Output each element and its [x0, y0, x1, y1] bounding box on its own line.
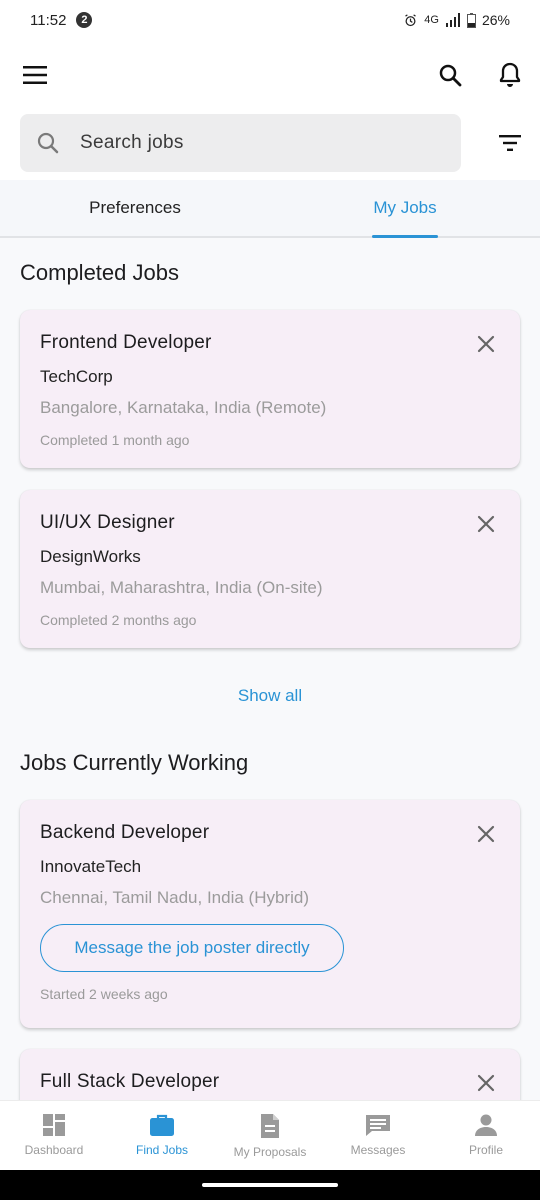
nav-item-messages[interactable]: Messages: [324, 1101, 432, 1170]
nav-item-dashboard[interactable]: Dashboard: [0, 1101, 108, 1170]
job-card[interactable]: Backend Developer InnovateTech Chennai, …: [20, 800, 520, 1028]
job-company: InnovateTech: [40, 857, 142, 876]
home-gesture-handle[interactable]: [202, 1183, 338, 1187]
nav-label: Messages: [350, 1143, 406, 1157]
app-bar: [0, 40, 540, 110]
status-left: 11:52 2: [30, 11, 93, 29]
notification-count-badge: 2: [76, 12, 93, 28]
nav-item-find-jobs[interactable]: Find Jobs: [108, 1101, 216, 1170]
close-button[interactable]: [474, 512, 498, 536]
job-title: Full Stack Developer: [40, 1071, 220, 1092]
job-location: Chennai, Tamil Nadu, India (Hybrid): [40, 888, 309, 907]
job-company: DesignWorks: [40, 547, 141, 566]
briefcase-icon: [150, 1114, 174, 1136]
battery-icon: [466, 12, 476, 28]
close-icon: [477, 1074, 495, 1092]
job-company: TechCorp: [40, 367, 113, 386]
menu-button[interactable]: [15, 55, 55, 95]
working-jobs-heading: Jobs Currently Working: [20, 750, 249, 775]
message-poster-button[interactable]: Message the job poster directly: [40, 924, 344, 972]
close-button[interactable]: [474, 1071, 498, 1095]
nav-item-profile[interactable]: Profile: [432, 1101, 540, 1170]
signal-icon: [445, 13, 460, 27]
status-bar: 11:52 2 4G 26%: [0, 0, 540, 40]
job-card[interactable]: Frontend Developer TechCorp Bangalore, K…: [20, 310, 520, 468]
nav-label: My Proposals: [233, 1145, 307, 1159]
search-input[interactable]: [80, 132, 420, 154]
message-icon: [366, 1115, 390, 1136]
status-time: 11:52: [30, 11, 67, 29]
status-right: 4G 26%: [403, 12, 510, 28]
hamburger-menu-icon: [23, 66, 47, 84]
bottom-navigation: Dashboard Find Jobs My Proposals Message…: [0, 1100, 540, 1170]
bell-icon: [499, 62, 521, 87]
tab-bar: Preferences My Jobs: [0, 180, 540, 238]
network-type: 4G: [424, 14, 439, 26]
search-icon: [37, 132, 59, 154]
document-icon: [261, 1114, 279, 1138]
job-status: Started 2 weeks ago: [40, 986, 168, 1002]
nav-label: Find Jobs: [135, 1143, 189, 1157]
battery-level: 26%: [481, 12, 510, 28]
active-tab-indicator: [372, 235, 438, 238]
alarm-icon: [405, 13, 417, 26]
job-location: Bangalore, Karnataka, India (Remote): [40, 398, 327, 417]
filter-button[interactable]: [490, 123, 530, 163]
show-all-link[interactable]: Show all: [0, 686, 540, 706]
nav-label: Dashboard: [24, 1143, 84, 1157]
tab-my-jobs[interactable]: My Jobs: [270, 180, 540, 238]
job-status: Completed 2 months ago: [40, 612, 197, 628]
close-button[interactable]: [474, 332, 498, 356]
job-location: Mumbai, Maharashtra, India (On-site): [40, 578, 323, 597]
nav-label: Profile: [468, 1143, 503, 1157]
notifications-button[interactable]: [490, 55, 530, 95]
tab-label: My Jobs: [373, 198, 437, 217]
search-row: [0, 110, 540, 180]
job-title: Backend Developer: [40, 822, 210, 843]
job-title: Frontend Developer: [40, 332, 212, 353]
search-icon: [439, 64, 462, 87]
tab-preferences[interactable]: Preferences: [0, 180, 270, 236]
job-status: Completed 1 month ago: [40, 432, 190, 448]
search-box[interactable]: [20, 114, 461, 172]
dashboard-icon: [43, 1114, 65, 1136]
search-button[interactable]: [430, 55, 470, 95]
close-icon: [477, 825, 495, 843]
completed-jobs-heading: Completed Jobs: [20, 260, 179, 285]
job-title: UI/UX Designer: [40, 512, 175, 533]
tab-label: Preferences: [89, 198, 181, 217]
close-icon: [477, 515, 495, 533]
close-icon: [477, 335, 495, 353]
system-gesture-bar: [0, 1170, 540, 1200]
nav-item-my-proposals[interactable]: My Proposals: [216, 1101, 324, 1170]
person-icon: [475, 1114, 497, 1136]
close-button[interactable]: [474, 822, 498, 846]
filter-icon: [499, 135, 521, 151]
job-card[interactable]: UI/UX Designer DesignWorks Mumbai, Mahar…: [20, 490, 520, 648]
